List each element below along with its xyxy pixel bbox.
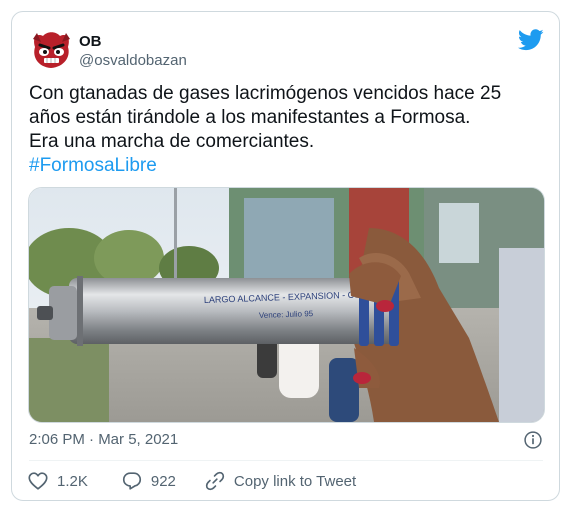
divider xyxy=(29,460,543,461)
tweet-photo[interactable]: LARGO ALCANCE - EXPANSION - CS Vence: Ju… xyxy=(28,187,545,423)
tweet-actions: 1.2K 922 Copy link to Tweet xyxy=(27,470,356,492)
avatar[interactable] xyxy=(29,27,74,72)
hashtag-link[interactable]: #FormosaLibre xyxy=(29,154,549,178)
replies-count: 922 xyxy=(150,472,176,490)
tweet-text-line: Con gtanadas de gases lacrimógenos venci… xyxy=(29,83,502,104)
reply-icon xyxy=(122,472,141,490)
author-handle[interactable]: @osvaldobazan xyxy=(79,52,187,69)
tweet-card[interactable]: OB @osvaldobazan Con gtanadas de gases l… xyxy=(11,11,560,501)
link-icon xyxy=(205,471,225,491)
like-button[interactable]: 1.2K xyxy=(27,470,88,492)
author-display-name[interactable]: OB xyxy=(79,33,102,50)
tweet-timestamp[interactable]: 2:06 PM · Mar 5, 2021 xyxy=(29,431,178,448)
tweet-text-line: Era una marcha de comerciantes. xyxy=(29,131,315,152)
info-icon[interactable] xyxy=(523,430,543,450)
tweet-text-line: años están tirándole a los manifestantes… xyxy=(29,107,471,128)
heart-icon xyxy=(28,472,48,490)
angry-face-avatar-icon xyxy=(33,32,70,68)
likes-count: 1.2K xyxy=(57,472,88,490)
copy-link-button[interactable]: Copy link to Tweet xyxy=(204,470,356,492)
canister-expiry-text: Vence: Julio 95 xyxy=(259,309,314,320)
tear-gas-canister-photo: LARGO ALCANCE - EXPANSION - CS Vence: Ju… xyxy=(29,188,544,422)
tweet-text: Con gtanadas de gases lacrimógenos venci… xyxy=(29,82,549,178)
copy-link-label: Copy link to Tweet xyxy=(233,472,357,490)
reply-button[interactable]: 922 xyxy=(121,470,176,492)
twitter-bird-icon[interactable] xyxy=(518,29,544,51)
